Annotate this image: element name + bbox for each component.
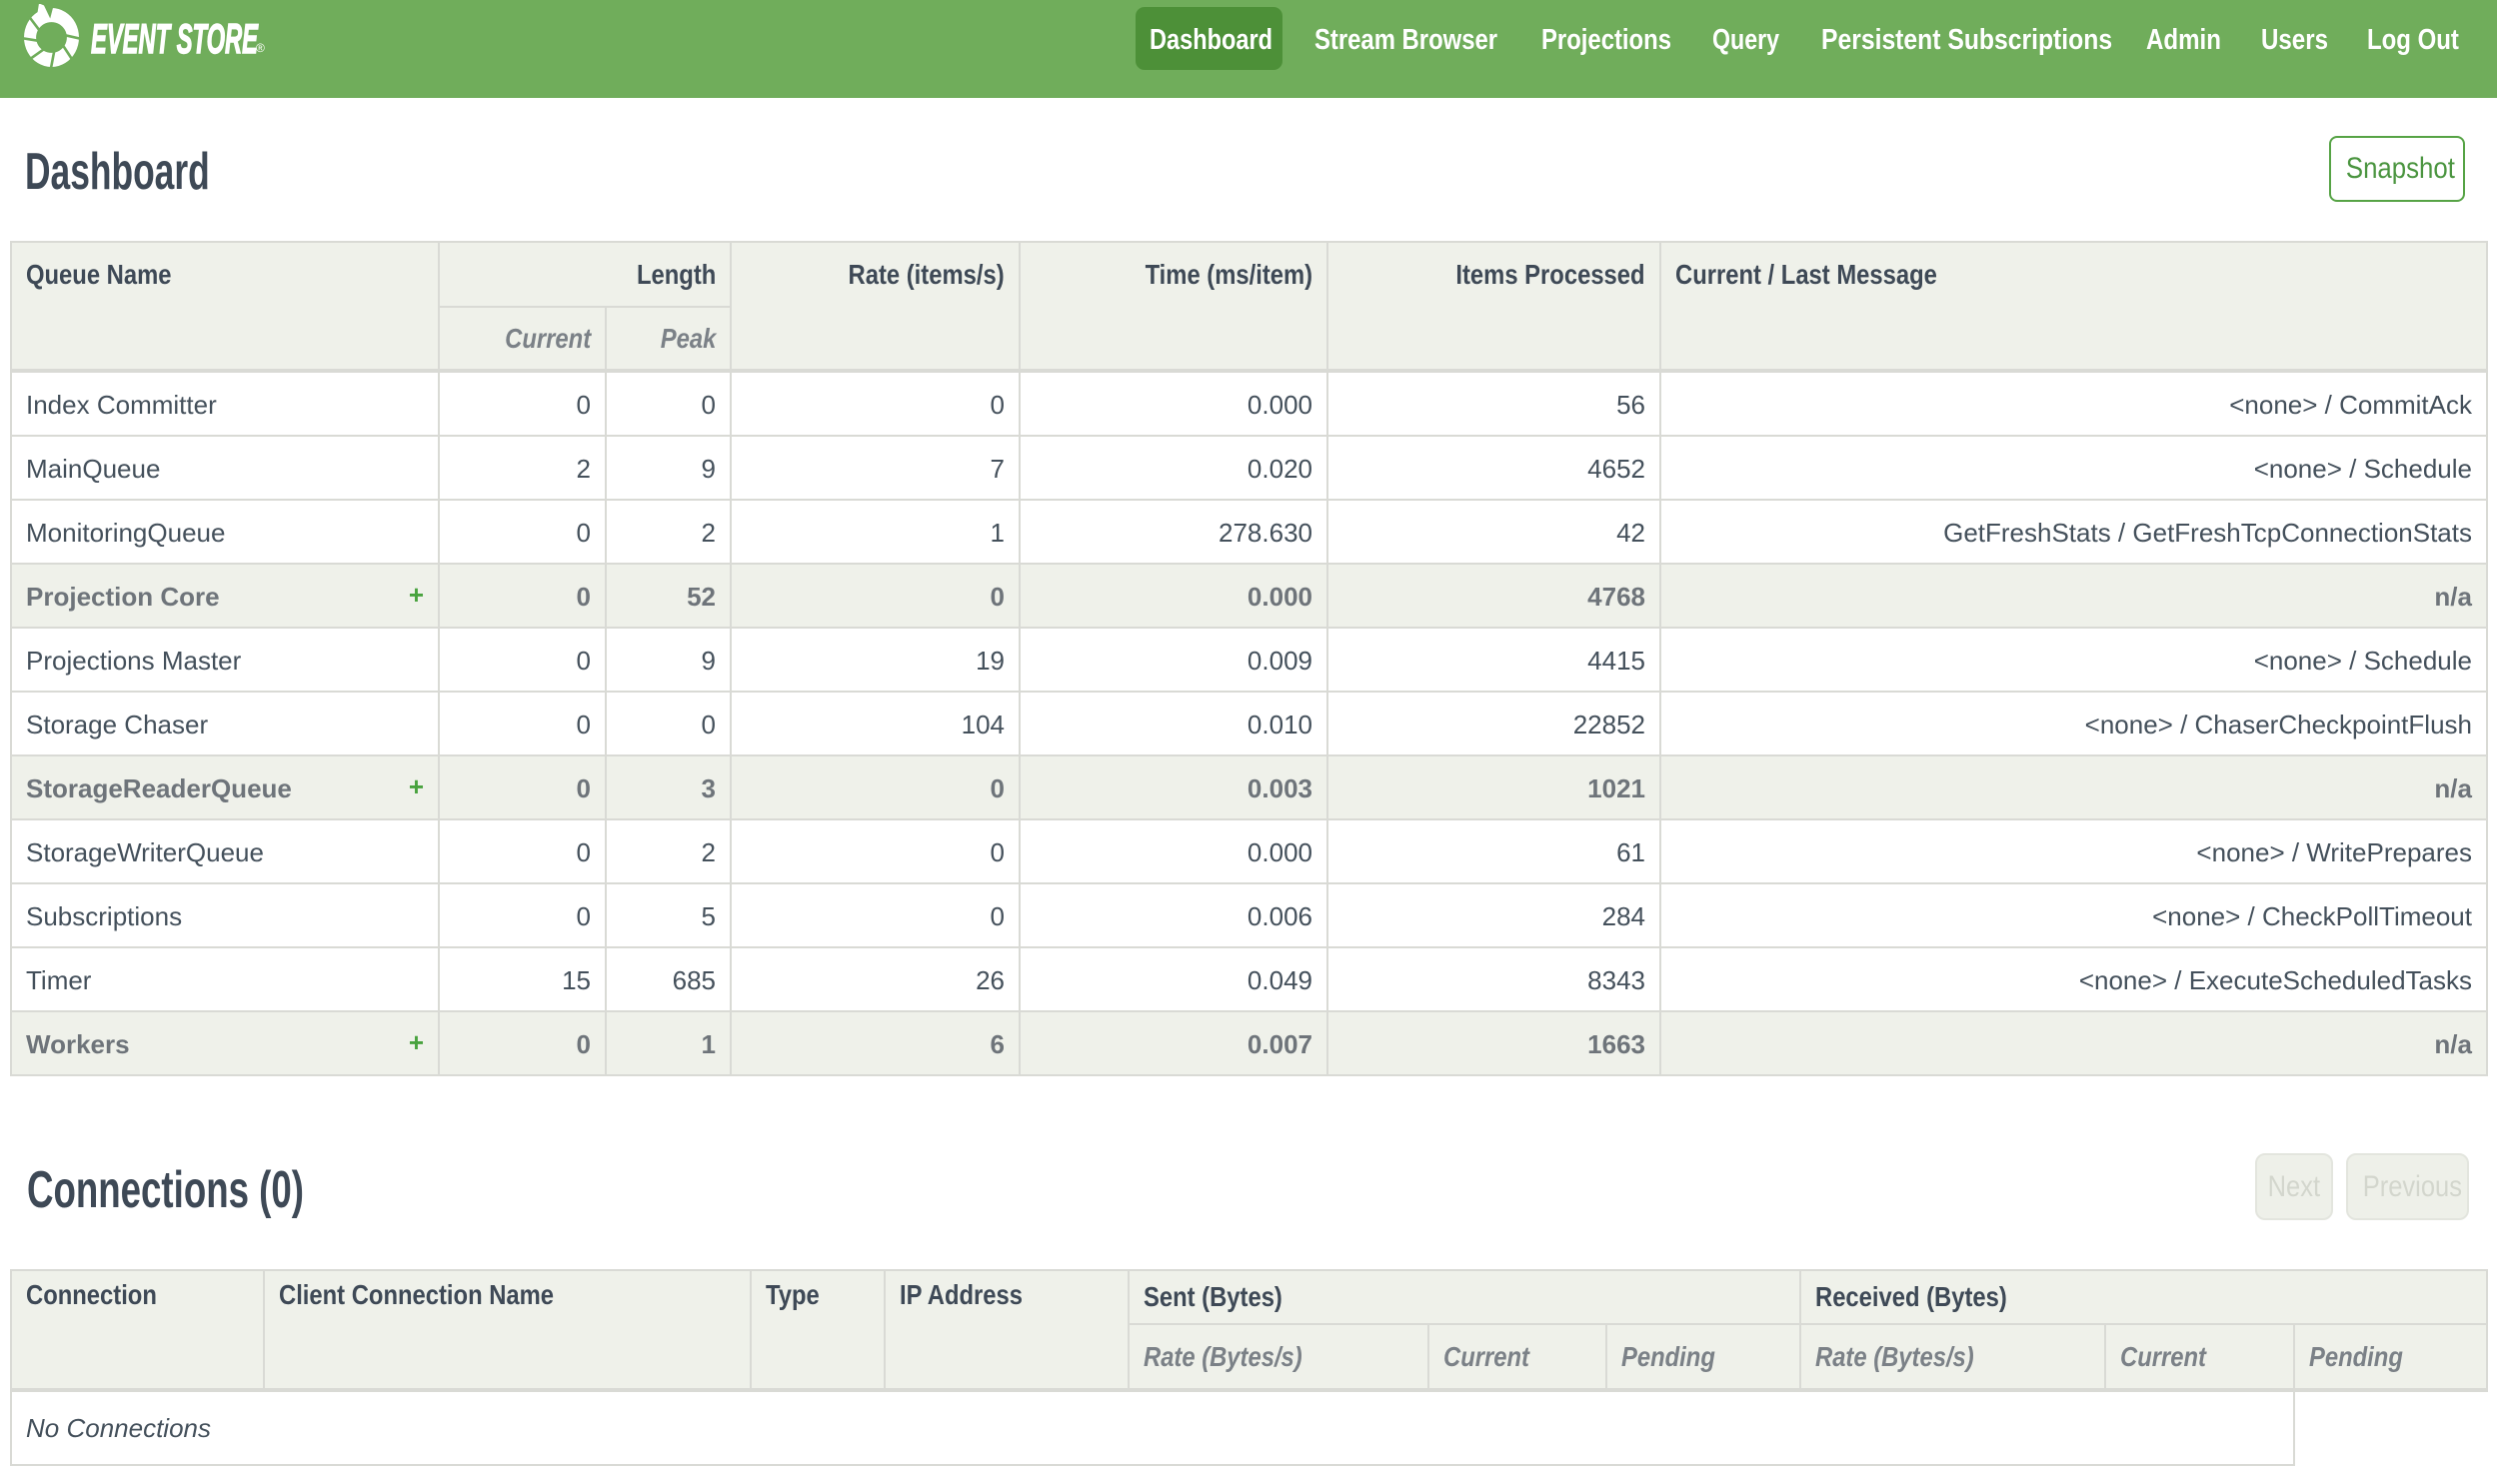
svg-text:EVENT STORE: EVENT STORE	[91, 15, 259, 62]
svg-text:®: ®	[256, 41, 265, 55]
